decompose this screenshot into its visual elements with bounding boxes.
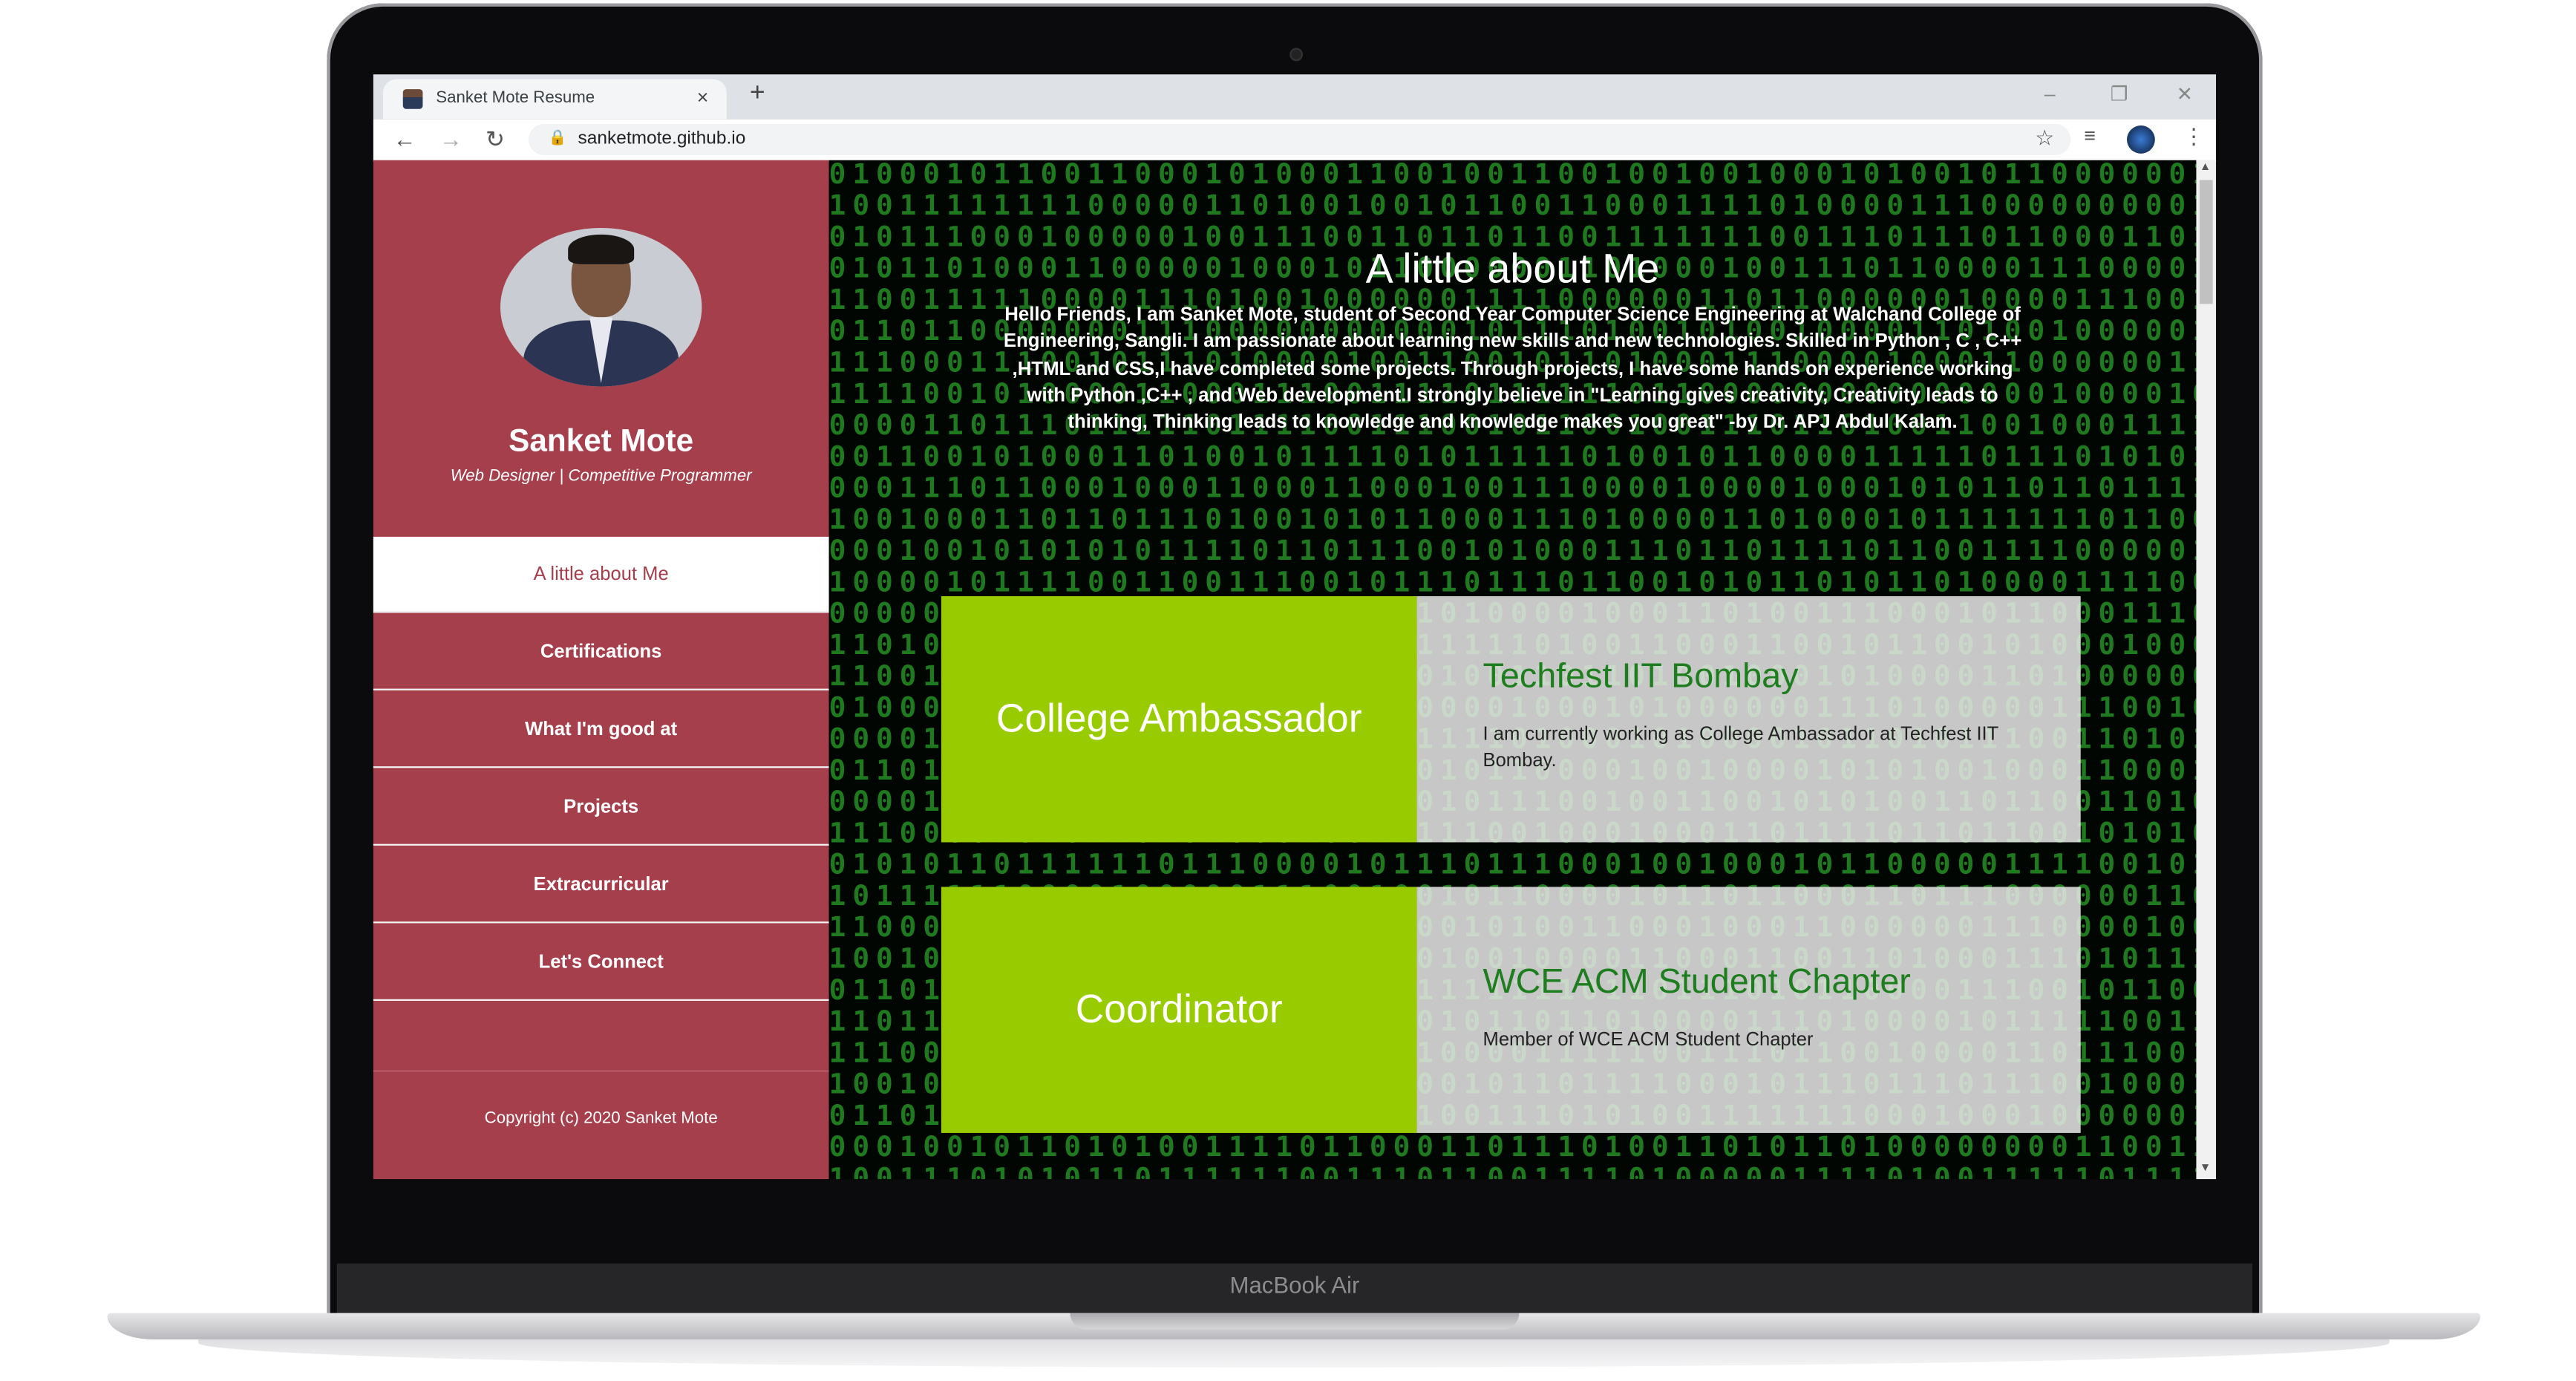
profile-role: Web Designer | Competitive Programmer [450, 467, 752, 486]
back-icon[interactable]: ← [393, 125, 416, 152]
card-role: Coordinator [941, 887, 1417, 1133]
lock-icon: 🔒 [548, 128, 567, 146]
laptop-model-label: MacBook Air [1229, 1271, 1360, 1299]
sidebar: Sanket Mote Web Designer | Competitive P… [373, 160, 829, 1180]
scroll-down-icon[interactable]: ▼ [2200, 1163, 2211, 1175]
footer-divider [373, 1070, 829, 1072]
card-body: Techfest IIT Bombay I am currently worki… [1416, 596, 2081, 843]
tab-close-icon[interactable]: × [697, 86, 709, 109]
experience-card: Coordinator WCE ACM Student Chapter Memb… [941, 887, 2081, 1133]
nav-projects[interactable]: Projects [373, 770, 829, 846]
minimize-button[interactable]: – [2044, 82, 2056, 105]
copyright: Copyright (c) 2020 Sanket Mote [484, 1109, 718, 1129]
profile-name: Sanket Mote [509, 424, 694, 460]
page-viewport: Sanket Mote Web Designer | Competitive P… [373, 160, 2217, 1180]
profile-photo [500, 227, 702, 387]
restore-button[interactable]: ❐ [2111, 82, 2128, 105]
browser-toolbar: ← → ↻ 🔒 sanketmote.github.io ☆ ≡ ⋮ [373, 119, 2217, 162]
laptop-base-shadow [197, 1337, 2390, 1368]
nav-extracurricular[interactable]: Extracurricular [373, 847, 829, 924]
main-content: 0100010110011000101000110010011001001001… [828, 160, 2197, 1180]
browser-tab[interactable]: Sanket Mote Resume × [383, 79, 727, 120]
reading-list-icon[interactable]: ≡ [2084, 124, 2096, 147]
about-paragraph: Hello Friends, I am Sanket Mote, student… [1003, 304, 2022, 434]
browser-window: Sanket Mote Resume × + – ❐ ✕ ← → ↻ 🔒 san… [373, 74, 2217, 1180]
nav-connect[interactable]: Let's Connect [373, 925, 829, 1001]
favicon-icon [402, 89, 423, 109]
card-org: Techfest IIT Bombay [1482, 657, 1799, 696]
scrollbar-thumb[interactable] [2199, 180, 2213, 304]
scrollbar[interactable]: ▲ ▼ [2196, 160, 2217, 1180]
card-body: WCE ACM Student Chapter Member of WCE AC… [1416, 887, 2081, 1133]
address-bar[interactable]: 🔒 sanketmote.github.io ☆ [528, 123, 2071, 156]
nav-certifications[interactable]: Certifications [373, 614, 829, 690]
card-description: I am currently working as College Ambass… [1482, 725, 1998, 771]
url-text[interactable]: sanketmote.github.io [578, 129, 746, 149]
profile-avatar[interactable] [2127, 125, 2155, 154]
tab-strip: Sanket Mote Resume × + – ❐ ✕ [373, 74, 2217, 120]
nav-skills[interactable]: What I'm good at [373, 692, 829, 768]
card-role: College Ambassador [941, 596, 1417, 843]
reload-icon[interactable]: ↻ [486, 125, 505, 154]
close-window-button[interactable]: ✕ [2177, 82, 2193, 105]
new-tab-button[interactable]: + [750, 79, 765, 109]
section-title: A little about Me [1365, 246, 1660, 293]
laptop-notch [1070, 1313, 1520, 1330]
webcam [1289, 48, 1304, 62]
forward-icon[interactable]: → [439, 125, 462, 152]
experience-card: College Ambassador Techfest IIT Bombay I… [941, 596, 2081, 843]
scroll-up-icon[interactable]: ▲ [2200, 162, 2211, 174]
menu-icon[interactable]: ⋮ [2183, 124, 2205, 151]
card-description: Member of WCE ACM Student Chapter [1482, 1031, 1814, 1051]
tab-title: Sanket Mote Resume [436, 89, 595, 108]
bookmark-star-icon[interactable]: ☆ [2035, 125, 2054, 152]
card-org: WCE ACM Student Chapter [1482, 962, 1911, 1001]
nav-about[interactable]: A little about Me [373, 536, 829, 613]
